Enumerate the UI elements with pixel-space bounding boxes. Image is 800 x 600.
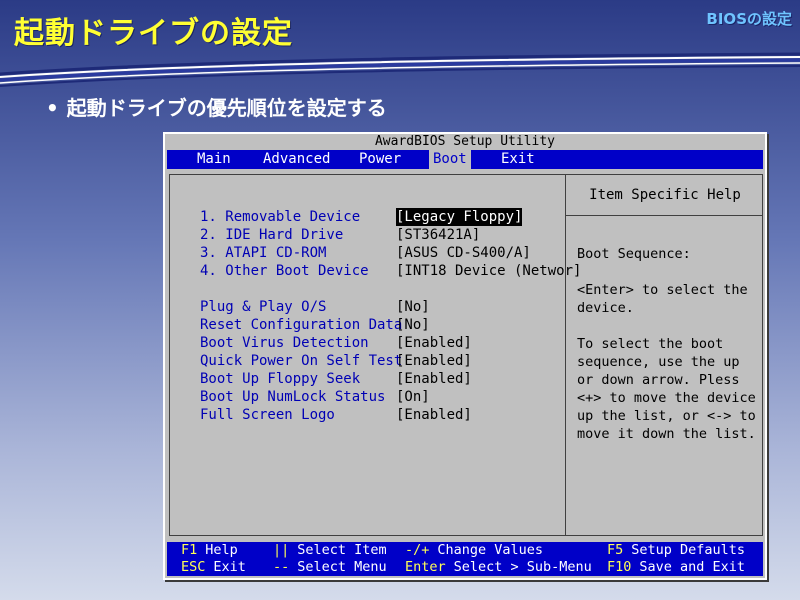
setting-label: Boot Up NumLock Status — [200, 389, 386, 405]
setting-row-full-screen-logo[interactable]: Full Screen Logo [Enabled] — [200, 406, 560, 424]
key-hint-help: F1 Help — [181, 542, 238, 558]
setting-value[interactable]: [Enabled] — [396, 352, 472, 370]
setting-label: Boot Up Floppy Seek — [200, 371, 361, 387]
menu-tab-power[interactable]: Power — [355, 150, 405, 169]
bios-main-panel: 1. Removable Device [Legacy Floppy] 2. I… — [169, 174, 763, 536]
help-panel-text: Boot Sequence: <Enter> to select the dev… — [577, 246, 756, 442]
setting-value[interactable]: [Enabled] — [396, 370, 472, 388]
setting-row-quick-power-on-self-test[interactable]: Quick Power On Self Test [Enabled] — [200, 352, 560, 370]
setting-row-boot-up-numlock-status[interactable]: Boot Up NumLock Status [On] — [200, 388, 560, 406]
slide-title: 起動ドライブの設定 — [14, 16, 293, 51]
bios-menu-bar: Main Advanced Power Boot Exit — [167, 150, 763, 169]
setting-row-plug-and-play-os[interactable]: Plug & Play O/S [No] — [200, 298, 560, 316]
setting-value[interactable]: [Legacy Floppy] — [396, 208, 523, 226]
menu-tab-main[interactable]: Main — [193, 150, 235, 169]
key-hint-exit: ESC Exit — [181, 559, 246, 575]
setting-label: Quick Power On Self Test — [200, 353, 403, 369]
key-hint-select-item: || Select Item — [273, 542, 387, 558]
bios-window-title: AwardBIOS Setup Utility — [165, 134, 765, 150]
setting-value[interactable]: [ST36421A] — [396, 226, 480, 244]
setting-label: 1. Removable Device — [200, 209, 361, 225]
setting-row-removable-device[interactable]: 1. Removable Device [Legacy Floppy] — [200, 208, 560, 226]
key-hint-sub-menu: Enter Select > Sub-Menu — [405, 559, 592, 575]
bullet-text: 起動ドライブの優先順位を設定する — [66, 96, 387, 120]
setting-row-reset-configuration-data[interactable]: Reset Configuration Data [No] — [200, 316, 560, 334]
setting-value[interactable]: [Enabled] — [396, 406, 472, 424]
setting-value[interactable]: [No] — [396, 298, 430, 316]
setting-value[interactable]: [On] — [396, 388, 430, 406]
slide-section-tag: BIOSの設定 — [706, 10, 792, 28]
setting-row-atapi-cdrom[interactable]: 3. ATAPI CD-ROM [ASUS CD-S400/A] — [200, 244, 560, 262]
panel-divider-horizontal — [565, 215, 762, 216]
setting-label: Boot Virus Detection — [200, 335, 369, 351]
setting-label: Full Screen Logo — [200, 407, 335, 423]
setting-value[interactable]: [ASUS CD-S400/A] — [396, 244, 531, 262]
setting-row-other-boot-device[interactable]: 4. Other Boot Device [INT18 Device (Netw… — [200, 262, 581, 280]
setting-row-boot-up-floppy-seek[interactable]: Boot Up Floppy Seek [Enabled] — [200, 370, 560, 388]
panel-divider-vertical — [565, 175, 566, 535]
setting-row-boot-virus-detection[interactable]: Boot Virus Detection [Enabled] — [200, 334, 560, 352]
bullet-point: • 起動ドライブの優先順位を設定する — [46, 92, 387, 121]
key-hint-select-menu: -- Select Menu — [273, 559, 387, 575]
bios-setup-window: AwardBIOS Setup Utility Main Advanced Po… — [163, 132, 767, 580]
key-hint-save-and-exit: F10 Save and Exit — [607, 559, 746, 575]
setting-label: 3. ATAPI CD-ROM — [200, 245, 327, 261]
setting-row-ide-hard-drive[interactable]: 2. IDE Hard Drive [ST36421A] — [200, 226, 560, 244]
setting-label: Reset Configuration Data — [200, 317, 403, 333]
bullet-marker: • — [46, 96, 59, 120]
setting-value[interactable]: [INT18 Device (Networ] — [396, 262, 581, 280]
menu-tab-boot[interactable]: Boot — [429, 150, 471, 169]
help-panel-title: Item Specific Help — [589, 187, 741, 203]
setting-label: Plug & Play O/S — [200, 299, 327, 315]
setting-label: 4. Other Boot Device — [200, 263, 369, 279]
setting-value[interactable]: [Enabled] — [396, 334, 472, 352]
key-hint-setup-defaults: F5 Setup Defaults — [607, 542, 746, 558]
menu-tab-exit[interactable]: Exit — [497, 150, 539, 169]
bios-key-legend: F1 Help || Select Item -/+ Change Values F5… — [167, 542, 763, 576]
menu-tab-advanced[interactable]: Advanced — [259, 150, 334, 169]
setting-label: 2. IDE Hard Drive — [200, 227, 344, 243]
decorative-swoosh — [0, 52, 800, 87]
setting-value[interactable]: [No] — [396, 316, 430, 334]
key-hint-change-values: -/+ Change Values — [405, 542, 544, 558]
